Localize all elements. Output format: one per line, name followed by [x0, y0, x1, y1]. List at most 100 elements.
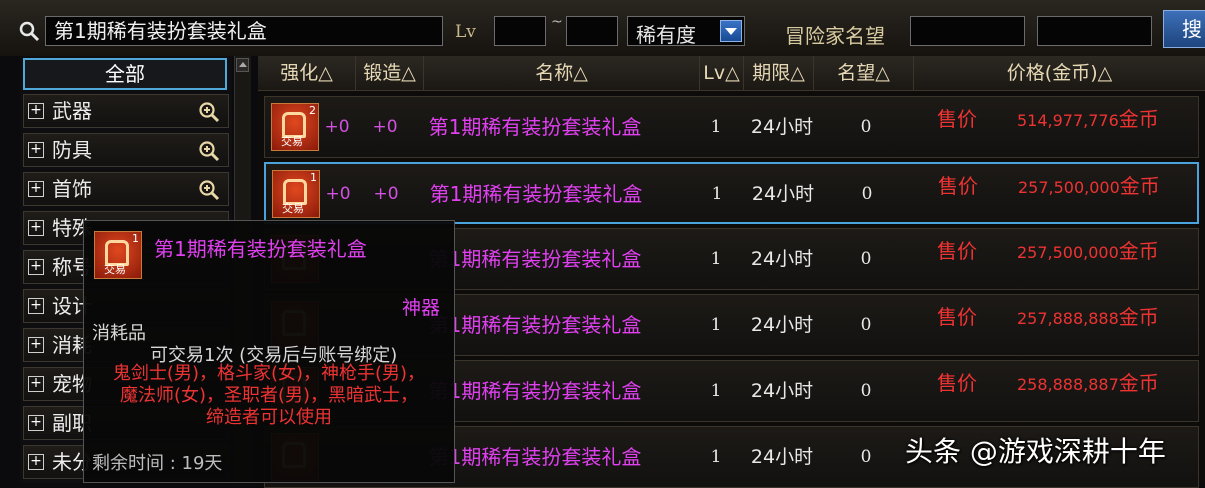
stack-count: 1 — [310, 171, 317, 184]
price-unit: 金币 — [1118, 107, 1159, 131]
price-unit: 金币 — [1118, 239, 1159, 263]
tooltip-class-restriction: 鬼剑士(男)，格斗家(女)，神枪手(男)， 魔法师(女)，圣职者(男)，黑暗武士… — [94, 363, 444, 429]
search-input[interactable]: 第1期稀有装扮套装礼盒 — [45, 16, 443, 46]
class-line-2: 魔法师(女)，圣职者(男)，黑暗武士， — [119, 385, 419, 406]
expand-plus-icon[interactable]: + — [28, 337, 44, 353]
rarity-select-value: 稀有度 — [636, 23, 696, 47]
expand-plus-icon[interactable]: + — [28, 103, 44, 119]
item-period: 24小时 — [750, 314, 814, 336]
lv-min-input[interactable] — [494, 16, 546, 46]
price-amount: 258,888,887 — [1017, 375, 1119, 394]
trade-tag: 交易 — [282, 202, 304, 215]
price-value: 257,500,000金币 — [1017, 235, 1159, 264]
item-fame: 0 — [860, 315, 872, 335]
search-button[interactable]: 搜 — [1163, 10, 1205, 48]
sell-price-label: 售价 — [937, 371, 977, 395]
item-period: 24小时 — [750, 248, 814, 270]
item-tooltip: 1 交易 第1期稀有装扮套装礼盒 神器 消耗品 可交易1次 (交易后与账号绑定)… — [83, 220, 455, 483]
rarity-select[interactable]: 稀有度 — [627, 16, 745, 47]
item-fame: 0 — [860, 447, 872, 467]
expand-plus-icon[interactable]: + — [28, 454, 44, 470]
expand-plus-icon[interactable]: + — [28, 415, 44, 431]
scroll-up-arrow-icon[interactable] — [236, 58, 249, 72]
item-level: 1 — [710, 315, 722, 335]
search-icon — [19, 21, 40, 42]
price-amount: 257,888,888 — [1017, 309, 1119, 328]
forge-value: +0 — [373, 184, 399, 204]
item-name: 第1期稀有装扮套装礼盒 — [428, 115, 642, 139]
header-fame[interactable]: 名望△ — [814, 56, 914, 90]
sidebar-item[interactable]: + 首饰 — [23, 172, 229, 206]
enhance-value: +0 — [325, 184, 351, 204]
price-value: 257,888,888金币 — [1017, 301, 1159, 330]
fame-max-input[interactable] — [1037, 16, 1152, 46]
item-period: 24小时 — [750, 116, 814, 138]
item-period: 24小时 — [751, 183, 815, 205]
header-level[interactable]: Lv△ — [700, 56, 744, 90]
price-unit: 金币 — [1119, 174, 1160, 198]
gift-box-icon: 1 交易 — [272, 170, 320, 218]
item-name: 第1期稀有装扮套装礼盒 — [429, 182, 643, 206]
gift-box-icon: 2 交易 — [271, 103, 319, 151]
stack-count: 2 — [309, 104, 316, 117]
category-all[interactable]: 全部 — [23, 58, 227, 90]
price-value: 258,888,887金币 — [1017, 367, 1159, 396]
item-fame: 0 — [860, 381, 872, 401]
forge-value: +0 — [372, 117, 398, 137]
table-row[interactable]: 1 交易 +0 +0 第1期稀有装扮套装礼盒 1 24小时 0 售价 257,500,000金币 — [264, 162, 1199, 224]
watermark: 头条 @游戏深耕十年 — [905, 435, 1166, 468]
expand-plus-icon[interactable]: + — [28, 376, 44, 392]
item-fame: 0 — [860, 249, 872, 269]
price-amount: 257,500,000 — [1017, 243, 1119, 262]
header-forge[interactable]: 锻造△ — [356, 56, 424, 90]
table-row[interactable]: 2 交易 +0 +0 第1期稀有装扮套装礼盒 1 24小时 0 售价 514,977,776金币 — [264, 96, 1199, 158]
tooltip-item-type: 消耗品 — [92, 323, 146, 344]
zoom-in-icon[interactable] — [198, 140, 220, 162]
item-fame: 0 — [861, 184, 873, 204]
item-level: 1 — [710, 381, 722, 401]
gift-box-icon: 1 交易 — [94, 231, 142, 279]
sidebar-item-label: 武器 — [52, 99, 92, 123]
item-level: 1 — [710, 249, 722, 269]
price-unit: 金币 — [1118, 371, 1159, 395]
search-bar: 第1期稀有装扮套装礼盒 Lv ~ 稀有度 冒险家名望 搜 — [0, 0, 1205, 56]
header-period[interactable]: 期限△ — [744, 56, 814, 90]
tooltip-rarity: 神器 — [401, 297, 440, 319]
sidebar-item-label: 首饰 — [52, 177, 92, 201]
zoom-in-icon[interactable] — [198, 179, 220, 201]
chevron-down-icon[interactable] — [720, 20, 742, 42]
expand-plus-icon[interactable]: + — [28, 220, 44, 236]
item-level: 1 — [710, 447, 722, 467]
tooltip-item-name: 第1期稀有装扮套装礼盒 — [154, 237, 367, 261]
price-value: 514,977,776金币 — [1017, 103, 1159, 132]
price-value: 257,500,000金币 — [1018, 170, 1160, 199]
lv-max-input[interactable] — [566, 16, 618, 46]
fame-min-input[interactable] — [910, 16, 1025, 46]
lv-range-tilde: ~ — [551, 14, 563, 30]
price-unit: 金币 — [1118, 305, 1159, 329]
sell-price-label: 售价 — [937, 305, 977, 329]
header-name[interactable]: 名称△ — [424, 56, 700, 90]
adventurer-fame-label: 冒险家名望 — [785, 24, 885, 48]
trade-tag: 交易 — [104, 263, 126, 276]
trade-tag: 交易 — [281, 135, 303, 148]
sidebar-item[interactable]: + 防具 — [23, 133, 229, 167]
item-level: 1 — [711, 184, 723, 204]
expand-plus-icon[interactable]: + — [28, 181, 44, 197]
expand-plus-icon[interactable]: + — [28, 259, 44, 275]
expand-plus-icon[interactable]: + — [28, 142, 44, 158]
tooltip-remaining-time: 剩余时间 : 19天 — [92, 453, 223, 474]
stack-count: 1 — [132, 232, 139, 245]
lv-label: Lv — [455, 22, 476, 42]
sidebar-item-label: 防具 — [52, 138, 92, 162]
sidebar-item[interactable]: + 武器 — [23, 94, 229, 128]
item-fame: 0 — [860, 117, 872, 137]
item-period: 24小时 — [750, 380, 814, 402]
class-line-1: 鬼剑士(男)，格斗家(女)，神枪手(男)， — [112, 363, 426, 384]
expand-plus-icon[interactable]: + — [28, 298, 44, 314]
header-enhance[interactable]: 强化△ — [258, 56, 356, 90]
class-line-3: 缔造者可以使用 — [206, 407, 332, 428]
header-price[interactable]: 价格(金币)△ — [914, 56, 1205, 90]
sell-price-label: 售价 — [937, 239, 977, 263]
zoom-in-icon[interactable] — [198, 101, 220, 123]
